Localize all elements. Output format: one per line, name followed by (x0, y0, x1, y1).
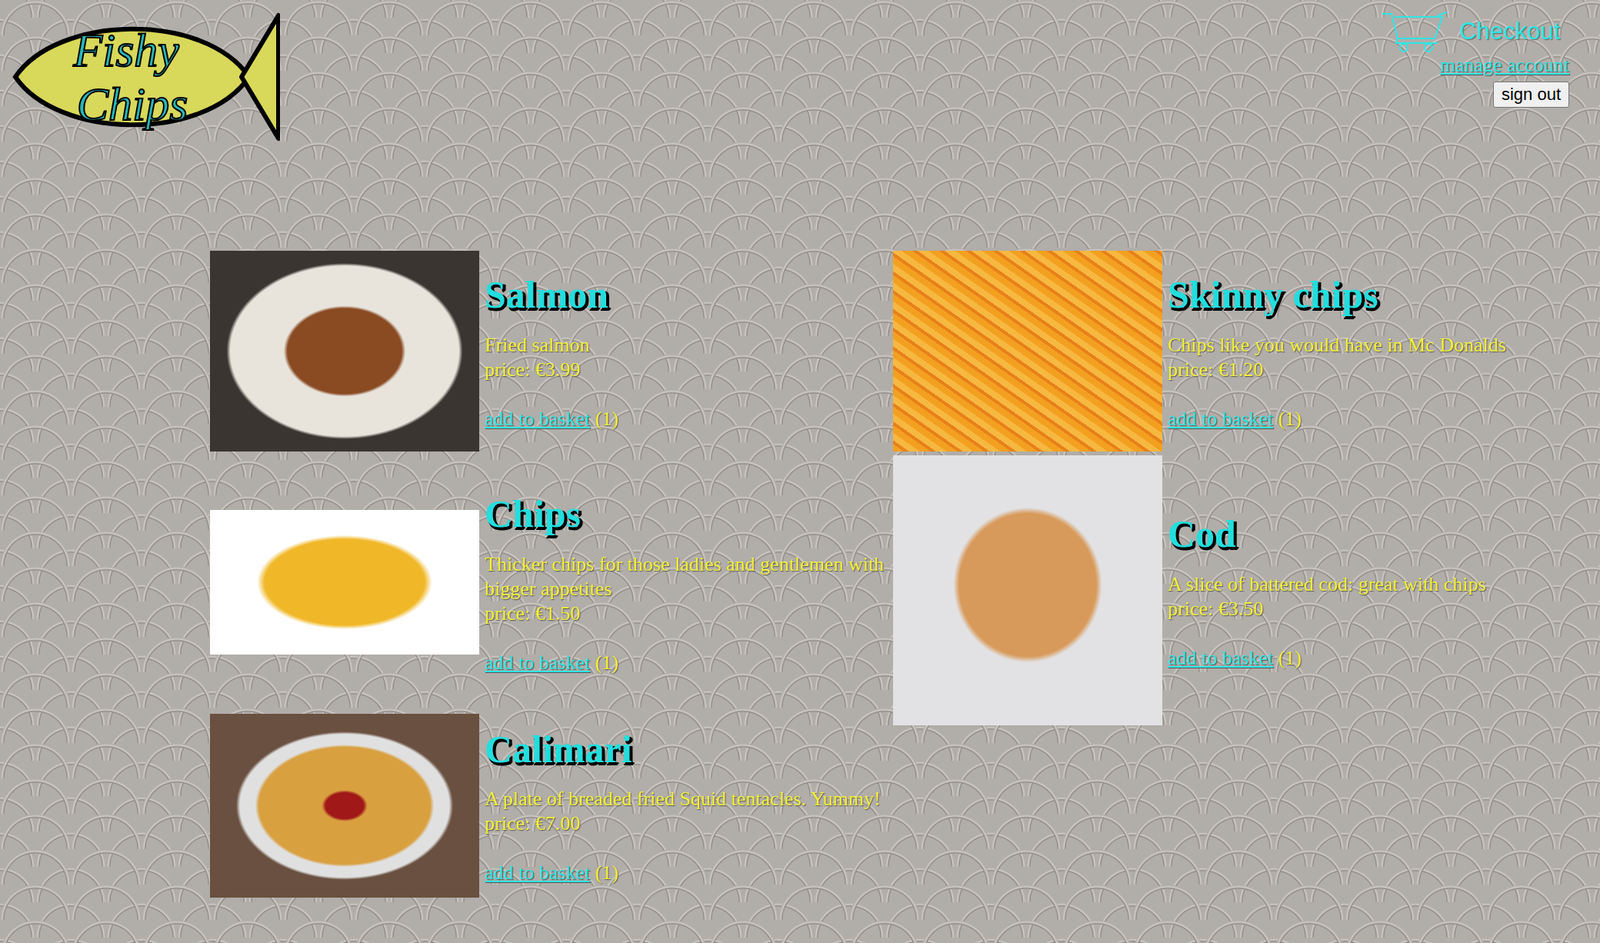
product-price: price: €3.50 (1167, 596, 1487, 622)
product-description: Thicker chips for those ladies and gentl… (484, 552, 885, 602)
product-grid: Salmon Fried salmonprice: €3.99 add to bas… (0, 250, 1600, 898)
quantity: (1) (1278, 646, 1302, 670)
product-column: Skinny chips Chips like you would have in… (893, 250, 1577, 898)
add-row: add to basket (1) (484, 650, 885, 676)
add-to-basket-link[interactable]: add to basket (1167, 407, 1274, 430)
account-area: Checkout manage account sign out (1380, 10, 1570, 108)
product-info: Salmon Fried salmonprice: €3.99 add to bas… (479, 270, 619, 432)
logo-line: Chips (76, 77, 189, 130)
quantity: (1) (595, 651, 619, 674)
product-title: Chips (484, 490, 885, 539)
product-title: Salmon (484, 270, 619, 320)
add-row: add to basket (1) (1167, 406, 1507, 432)
add-to-basket-link[interactable]: add to basket (484, 651, 590, 674)
add-row: add to basket (1) (484, 406, 619, 432)
product-description: Chips like you would have in Mc Donalds (1167, 333, 1507, 358)
product-price: price: €3.99 (484, 357, 619, 383)
product-card: Skinny chips Chips like you would have in… (893, 250, 1577, 452)
sign-out-button[interactable]: sign out (1493, 81, 1570, 108)
product-card: Chips Thicker chips for those ladies and … (210, 490, 894, 676)
product-photo (210, 250, 480, 452)
add-row: add to basket (1) (484, 860, 881, 886)
product-title: Cod (1167, 510, 1487, 559)
product-description: A slice of battered cod: great with chip… (1167, 572, 1487, 597)
product-column: Salmon Fried salmonprice: €3.99 add to bas… (210, 250, 894, 898)
product-info: Skinny chips Chips like you would have in… (1162, 270, 1507, 432)
quantity: (1) (595, 861, 619, 884)
add-row: add to basket (1) (1167, 646, 1487, 671)
fish-logo-icon: FishyChips (10, 10, 280, 144)
product-photo (210, 510, 480, 655)
product-photo (210, 713, 480, 898)
add-to-basket-link[interactable]: add to basket (1167, 646, 1274, 670)
quantity: (1) (1278, 407, 1302, 430)
product-card: Calimari A plate of breaded fried Squid t… (210, 713, 894, 898)
add-to-basket-link[interactable]: add to basket (484, 861, 590, 884)
manage-account-link[interactable]: manage account (1440, 53, 1570, 77)
logo-line: Fishy (72, 23, 180, 77)
cart-icon (1380, 10, 1449, 53)
product-price: price: €1.20 (1167, 357, 1507, 383)
product-photo (893, 250, 1163, 452)
product-price: price: €7.00 (484, 811, 881, 837)
product-title: Calimari (484, 725, 881, 774)
product-price: price: €1.50 (484, 601, 885, 627)
product-description: A plate of breaded fried Squid tentacles… (484, 786, 881, 812)
product-card: Salmon Fried salmonprice: €3.99 add to bas… (210, 250, 894, 452)
product-description: Fried salmon (484, 333, 619, 358)
product-card: Cod A slice of battered cod: great with c… (893, 455, 1577, 726)
checkout-link[interactable]: Checkout (1380, 10, 1570, 53)
product-info: Calimari A plate of breaded fried Squid t… (479, 725, 881, 887)
quantity: (1) (595, 407, 619, 430)
add-to-basket-link[interactable]: add to basket (484, 407, 590, 430)
product-title: Skinny chips (1167, 270, 1507, 320)
product-info: Chips Thicker chips for those ladies and … (479, 490, 885, 676)
product-photo (893, 455, 1163, 726)
product-info: Cod A slice of battered cod: great with c… (1162, 510, 1487, 671)
checkout-label[interactable]: Checkout (1459, 17, 1560, 46)
header: FishyChips Checkout manage account sign out (0, 0, 1600, 144)
logo[interactable]: FishyChips (10, 10, 280, 144)
